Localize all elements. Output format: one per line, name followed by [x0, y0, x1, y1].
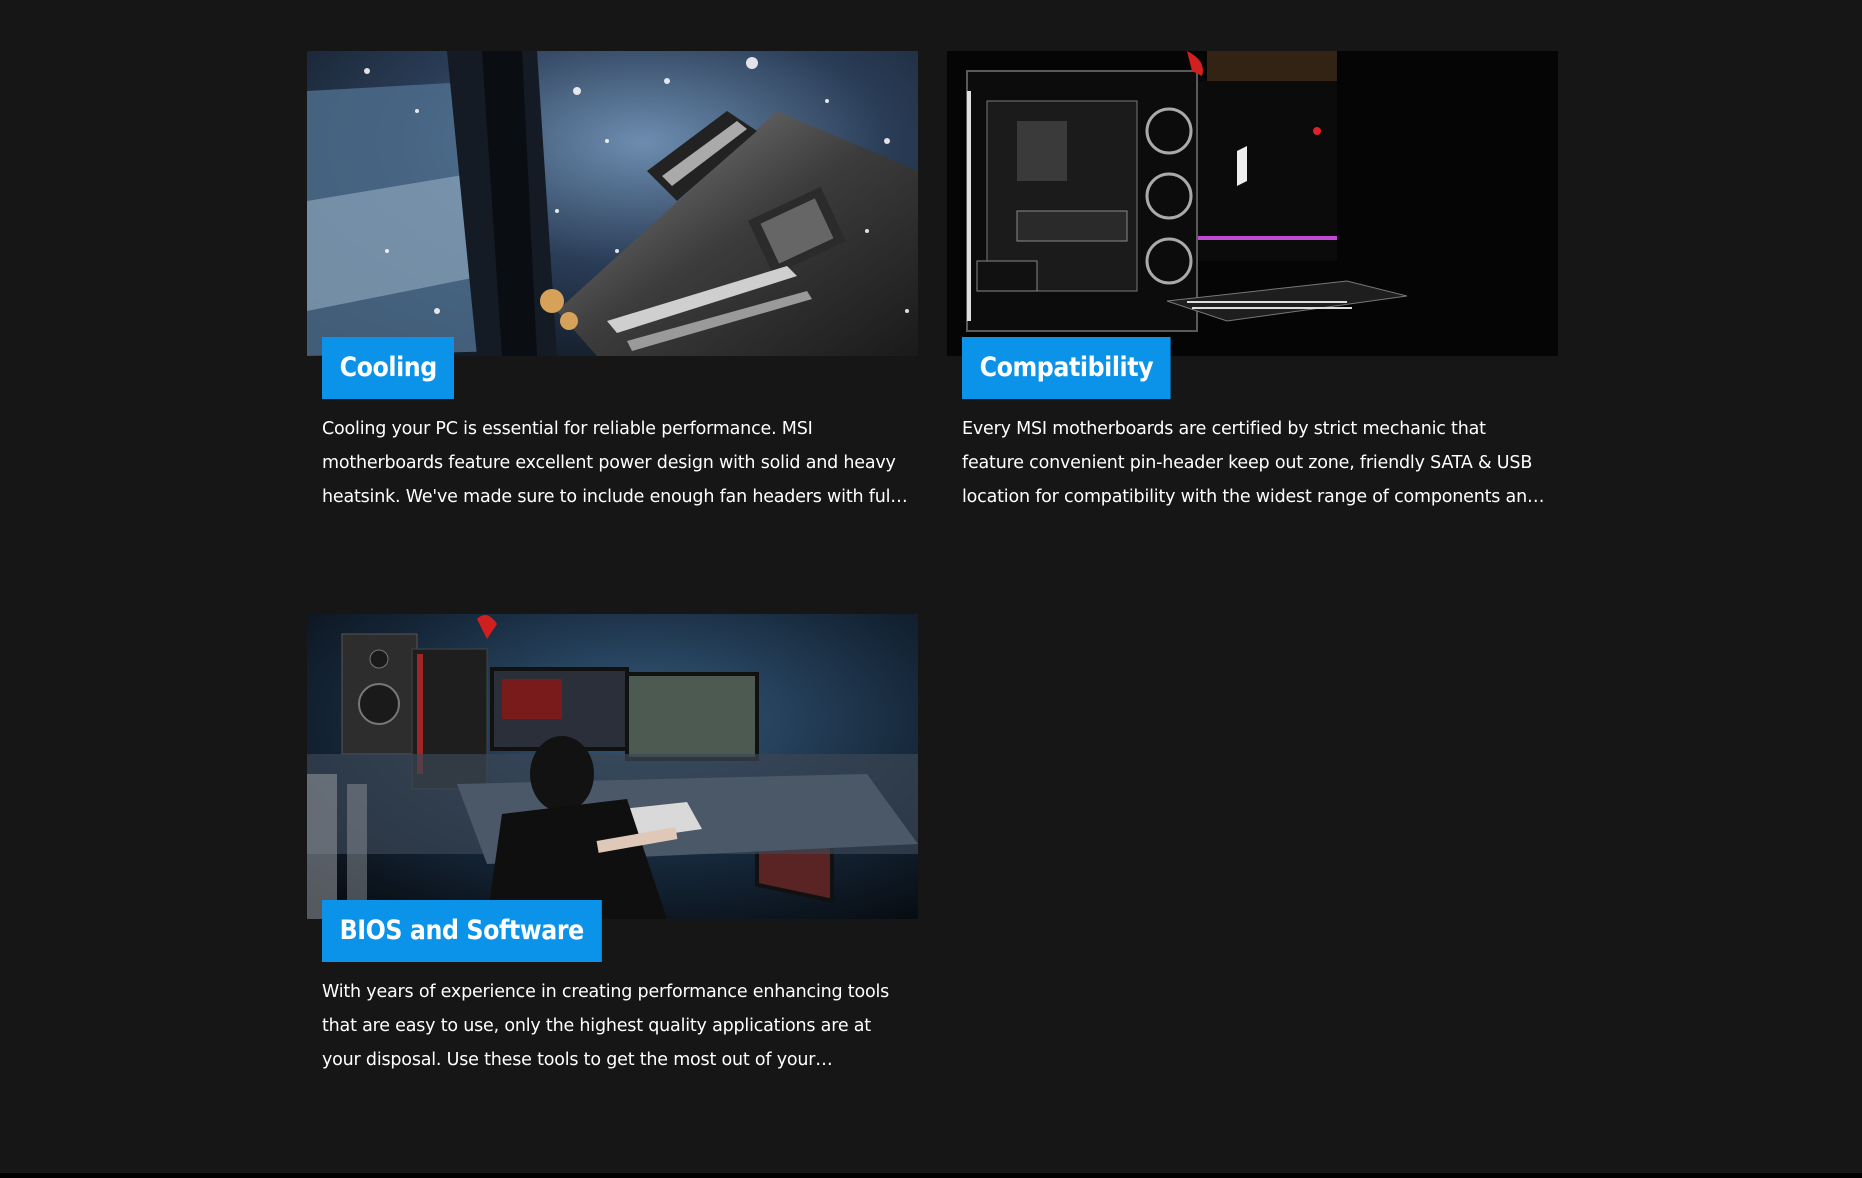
feature-card-cooling: Cooling Cooling your PC is essential for…: [307, 51, 918, 507]
feature-card-bios-software: BIOS and Software With years of experien…: [307, 614, 918, 1070]
cooling-tag[interactable]: Cooling: [322, 337, 455, 399]
bios-software-description: With years of experience in creating per…: [322, 982, 890, 1070]
page-bottom-border: [0, 1173, 1862, 1178]
motherboard-space-illustration: [307, 51, 918, 356]
gamer-setup-illustration: [307, 614, 918, 919]
cooling-description: Cooling your PC is essential for reliabl…: [322, 419, 896, 507]
compatibility-image[interactable]: [947, 51, 1558, 356]
compatibility-tag[interactable]: Compatibility: [962, 337, 1171, 399]
compatibility-description: Every MSI motherboards are certified by …: [962, 419, 1538, 507]
bios-software-tag[interactable]: BIOS and Software: [322, 900, 602, 962]
bios-software-image[interactable]: [307, 614, 918, 919]
pc-case-illustration: [947, 51, 1558, 356]
cooling-image[interactable]: [307, 51, 918, 356]
feature-card-compatibility: Compatibility Every MSI motherboards are…: [947, 51, 1558, 507]
